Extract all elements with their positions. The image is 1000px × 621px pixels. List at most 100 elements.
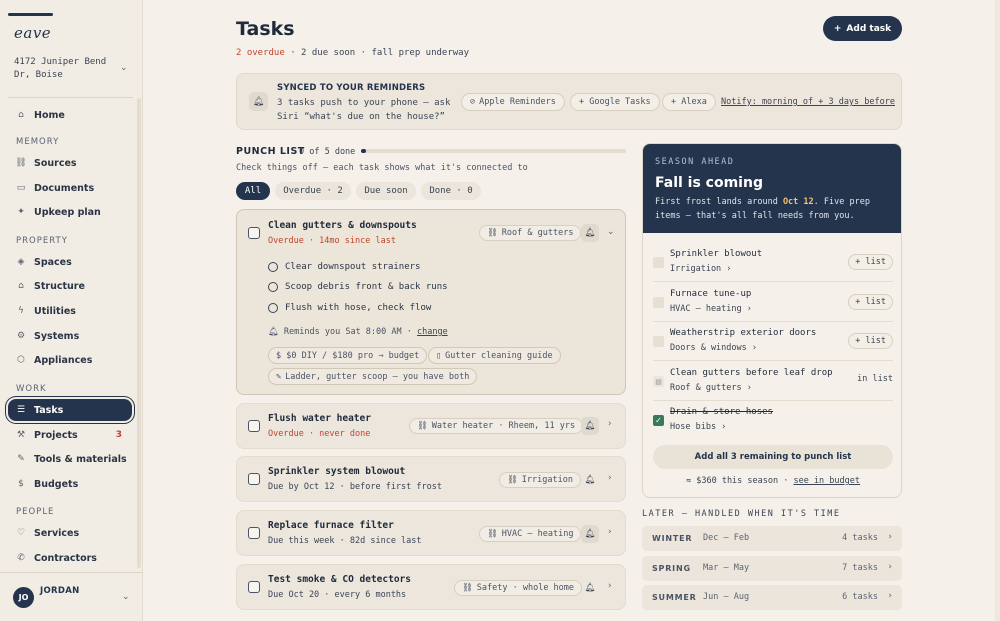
add-to-list-button[interactable]: + list xyxy=(848,333,893,349)
check-icon[interactable]: ✓ xyxy=(653,415,664,426)
subtask-radio[interactable] xyxy=(268,303,278,313)
add-task-button[interactable]: + Add task xyxy=(823,16,902,41)
collapse-chevron-icon[interactable]: ⌄ xyxy=(607,227,615,237)
sidebar-item-sources[interactable]: ⛓ Sources xyxy=(8,152,132,174)
expand-chevron-icon[interactable]: › xyxy=(608,581,612,591)
filter-due-soon[interactable]: Due soon xyxy=(356,182,416,200)
season-label: SEASON AHEAD xyxy=(655,157,735,167)
task-meta: Overdue · 14mo since last xyxy=(268,236,396,246)
season-ahead-panel: SEASON AHEAD Fall is coming First frost … xyxy=(642,143,902,498)
season-item-checkbox[interactable] xyxy=(653,336,664,347)
task-card-clean-gutters[interactable]: Clean gutters & downspouts Overdue · 14m… xyxy=(236,209,626,395)
season-item-link[interactable]: Roof & gutters › xyxy=(670,383,752,393)
task-card-smoke-detectors[interactable]: Test smoke & CO detectors Due Oct 20 · e… xyxy=(236,564,626,610)
season-item-link[interactable]: HVAC — heating › xyxy=(670,304,752,314)
guide-pill[interactable]: ▯ Gutter cleaning guide xyxy=(428,347,561,364)
budget-pill[interactable]: $ $0 DIY / $180 pro → budget xyxy=(268,347,428,364)
sidebar-scrollbar[interactable] xyxy=(137,98,141,568)
task-checkbox[interactable] xyxy=(248,420,260,432)
task-card-furnace-filter[interactable]: Replace furnace filter Due this week · 8… xyxy=(236,510,626,556)
season-item-link[interactable]: Doors & windows › xyxy=(670,343,757,353)
task-title: Flush water heater xyxy=(268,413,371,424)
subtask-item[interactable]: Flush with hose, check flow xyxy=(268,303,431,313)
reminders-sync-banner: 🔔︎ SYNCED TO YOUR REMINDERS 3 tasks push… xyxy=(236,73,902,130)
subtask-radio[interactable] xyxy=(268,282,278,292)
later-row-summer[interactable]: SUMMER Jun – Aug 6 tasks › xyxy=(642,585,902,610)
task-link-chip[interactable]: ⛓ HVAC — heating xyxy=(479,526,582,542)
sidebar-item-projects[interactable]: ⚒ Projects 3 xyxy=(8,424,132,446)
sidebar-item-services[interactable]: ♡ Services xyxy=(8,522,132,544)
section-work: WORK xyxy=(16,384,47,394)
page-scrollbar[interactable] xyxy=(995,0,1000,621)
alexa-chip[interactable]: + Alexa xyxy=(662,93,716,111)
task-checkbox[interactable] xyxy=(248,527,260,539)
later-season: SUMMER xyxy=(652,593,697,602)
sidebar-item-documents[interactable]: ▭ Documents xyxy=(8,177,132,199)
address-chevron-down-icon[interactable]: ⌄ xyxy=(120,63,128,73)
sidebar-item-contractors[interactable]: ✆ Contractors xyxy=(8,547,132,569)
page-title: Tasks xyxy=(236,18,295,40)
see-in-budget-link[interactable]: see in budget xyxy=(793,476,860,486)
sidebar-item-budgets[interactable]: $ Budgets xyxy=(8,473,132,495)
add-to-list-button[interactable]: + list xyxy=(848,294,893,310)
tools-pill[interactable]: ✎ Ladder, gutter scoop — you have both xyxy=(268,368,478,385)
expand-chevron-icon[interactable]: › xyxy=(608,419,612,429)
overdue-summary: 2 overdue xyxy=(236,48,285,58)
filter-overdue[interactable]: Overdue · 2 xyxy=(275,182,351,200)
sidebar-item-structure[interactable]: ⌂ Structure xyxy=(8,275,132,297)
sidebar-item-spaces[interactable]: ◈ Spaces xyxy=(8,251,132,273)
sidebar-item-tasks[interactable]: ☰ Tasks xyxy=(8,399,132,421)
task-link-chip[interactable]: ⛓ Water heater · Rheem, 11 yrs xyxy=(409,418,584,434)
season-item-link[interactable]: Hose bibs › xyxy=(670,422,726,432)
task-link-chip[interactable]: ⛓ Roof & gutters xyxy=(479,225,582,241)
layers-icon: ◈ xyxy=(17,257,25,267)
plus-icon: + xyxy=(833,23,842,34)
expand-chevron-icon[interactable]: › xyxy=(608,473,612,483)
user-chevron-down-icon[interactable]: ⌄ xyxy=(122,592,130,602)
app-logo[interactable]: eave xyxy=(14,24,51,42)
season-item-link[interactable]: Irrigation › xyxy=(670,264,731,274)
sidebar-item-systems[interactable]: ⚙ Systems xyxy=(8,325,132,347)
add-to-list-button[interactable]: + list xyxy=(848,254,893,270)
task-checkbox[interactable] xyxy=(248,473,260,485)
reminder-bell-icon[interactable]: 🔔︎ xyxy=(581,525,599,543)
document-icon: ▯ xyxy=(436,350,442,361)
subtask-item[interactable]: Clear downspout strainers xyxy=(268,262,420,272)
task-card-sprinkler-blowout[interactable]: Sprinkler system blowout Due by Oct 12 ·… xyxy=(236,456,626,502)
user-menu[interactable]: JO JORDAN ⌄ xyxy=(0,572,143,621)
google-tasks-chip[interactable]: + Google Tasks xyxy=(570,93,660,111)
apple-reminders-chip[interactable]: ⊘ Apple Reminders xyxy=(461,93,565,111)
task-link-chip[interactable]: ⛓ Irrigation xyxy=(499,472,581,488)
sidebar-item-tools-materials[interactable]: ✎ Tools & materials xyxy=(8,448,132,470)
punch-list-count: 0 of 5 done xyxy=(299,147,356,157)
sidebar-item-appliances[interactable]: ⬡ Appliances xyxy=(8,349,132,371)
season-item-checkbox[interactable] xyxy=(653,257,664,268)
home-address[interactable]: 4172 Juniper Bend Dr, Boise xyxy=(14,56,114,82)
filter-all[interactable]: All xyxy=(236,182,270,200)
reminder-bell-icon[interactable]: 🔔︎ xyxy=(581,579,599,597)
subtask-radio[interactable] xyxy=(268,262,278,272)
later-season: SPRING xyxy=(652,564,691,573)
task-checkbox[interactable] xyxy=(248,227,260,239)
later-row-winter[interactable]: WINTER Dec – Feb 4 tasks › xyxy=(642,526,902,551)
task-link-chip[interactable]: ⛓ Safety · whole home xyxy=(454,580,583,596)
season-item-checkbox[interactable] xyxy=(653,297,664,308)
checklist-icon: ☰ xyxy=(16,405,26,415)
add-all-remaining-button[interactable]: Add all 3 remaining to punch list xyxy=(653,445,893,469)
expand-chevron-icon[interactable]: › xyxy=(608,527,612,537)
sidebar-item-upkeep-plan[interactable]: ✦ Upkeep plan xyxy=(8,201,132,223)
subtask-item[interactable]: Scoop debris front & back runs xyxy=(268,282,448,292)
notify-settings-link[interactable]: Notify: morning of + 3 days before xyxy=(721,97,895,107)
sidebar-item-utilities[interactable]: ϟ Utilities xyxy=(8,300,132,322)
change-reminder-link[interactable]: change xyxy=(417,327,448,337)
later-count: 4 tasks xyxy=(842,533,878,543)
reminder-bell-icon[interactable]: 🔔︎ xyxy=(581,471,599,489)
reminder-bell-icon[interactable]: 🔔︎ xyxy=(581,417,599,435)
task-card-flush-water-heater[interactable]: Flush water heater Overdue · never done … xyxy=(236,403,626,449)
sidebar-item-home[interactable]: ⌂ Home xyxy=(8,104,132,126)
task-checkbox[interactable] xyxy=(248,581,260,593)
reminder-bell-icon[interactable]: 🔔︎ xyxy=(581,224,599,242)
filter-done[interactable]: Done · 0 xyxy=(421,182,481,200)
chevron-right-icon: › xyxy=(888,532,892,542)
later-row-spring[interactable]: SPRING Mar – May 7 tasks › xyxy=(642,556,902,581)
